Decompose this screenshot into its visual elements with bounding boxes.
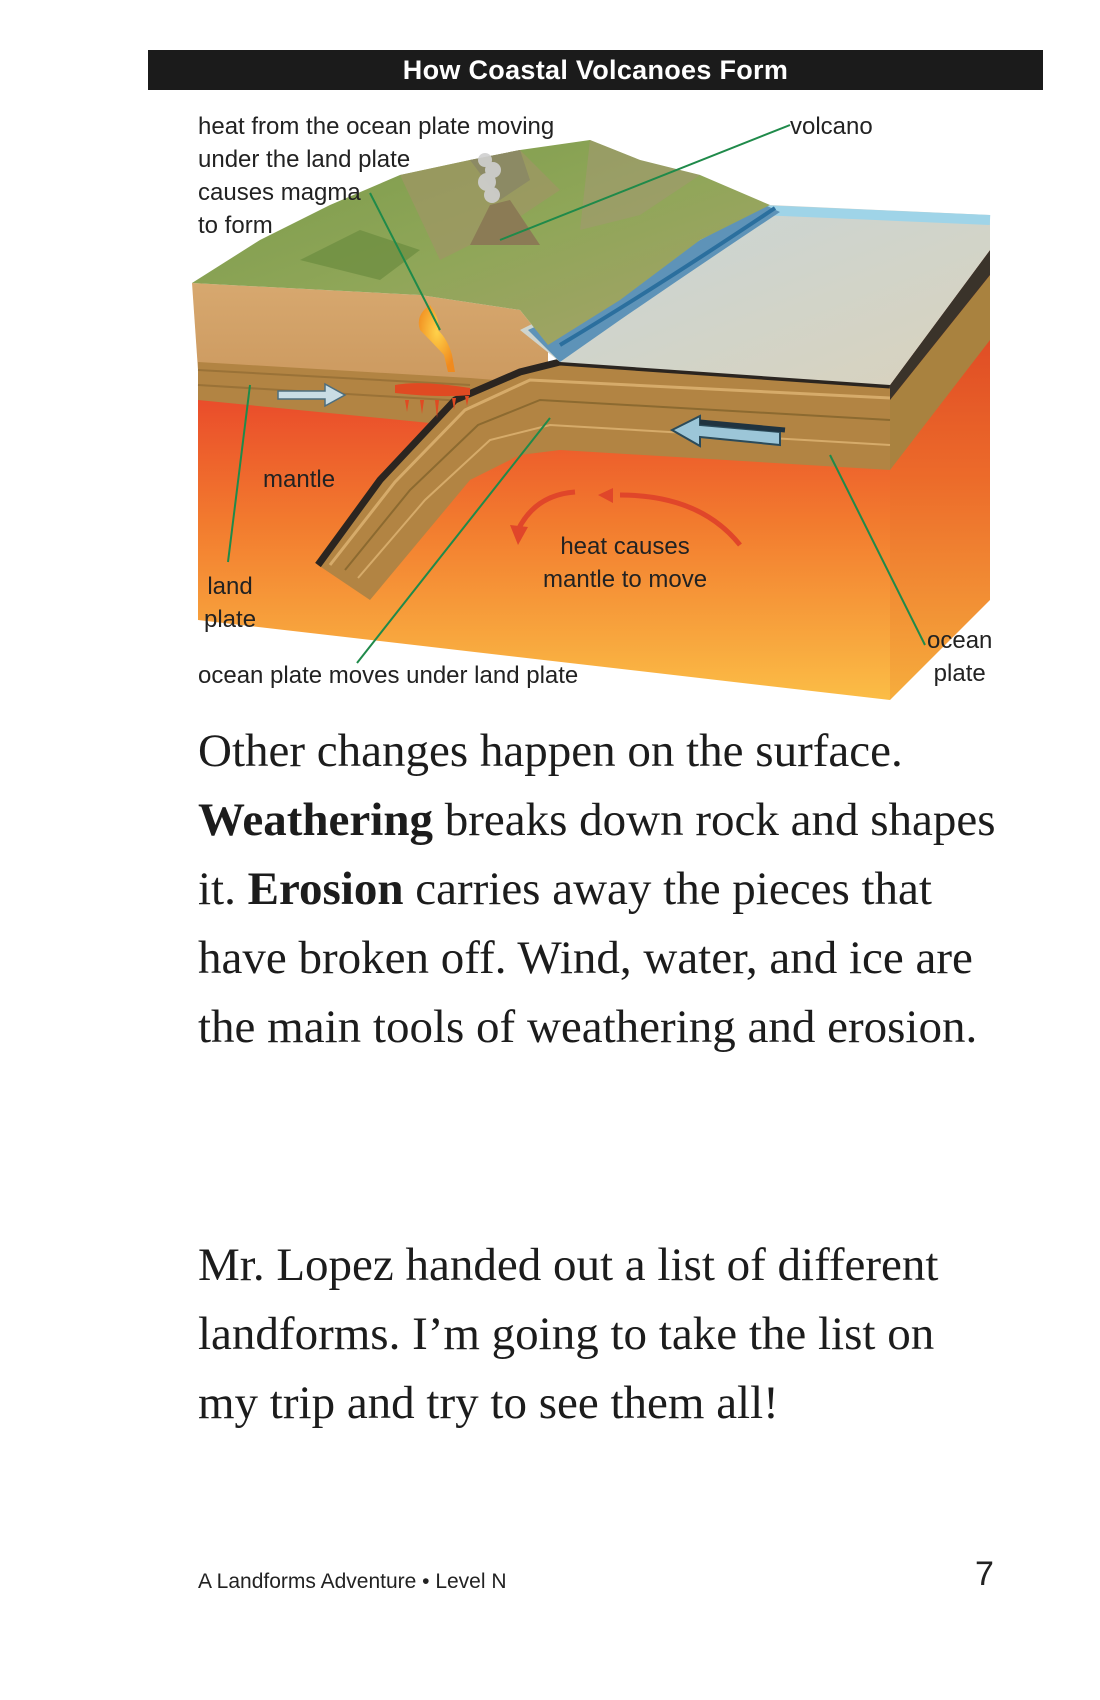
term-weathering: Weathering xyxy=(198,794,433,846)
label-ocean-plate-moves: ocean plate moves under land plate xyxy=(198,662,579,689)
label-volcano: volcano xyxy=(790,113,873,140)
label-ocean-plate: ocean plate xyxy=(927,627,993,687)
label-heat-magma: heat from the ocean plate moving under t… xyxy=(198,113,555,239)
label-land-plate: land plate xyxy=(204,573,257,633)
label-heat-mantle: heat causes mantle to move xyxy=(543,533,708,593)
footer-book-title: A Landforms Adventure • Level N xyxy=(198,1570,507,1593)
page-number: 7 xyxy=(975,1555,994,1593)
paragraph-weathering-erosion: Other changes happen on the surface. Wea… xyxy=(198,725,996,1053)
paragraph-landforms-list: Mr. Lopez handed out a list of different… xyxy=(198,1239,939,1429)
term-erosion: Erosion xyxy=(247,863,404,915)
label-mantle: mantle xyxy=(263,466,336,493)
coastal-volcano-diagram xyxy=(192,124,991,700)
